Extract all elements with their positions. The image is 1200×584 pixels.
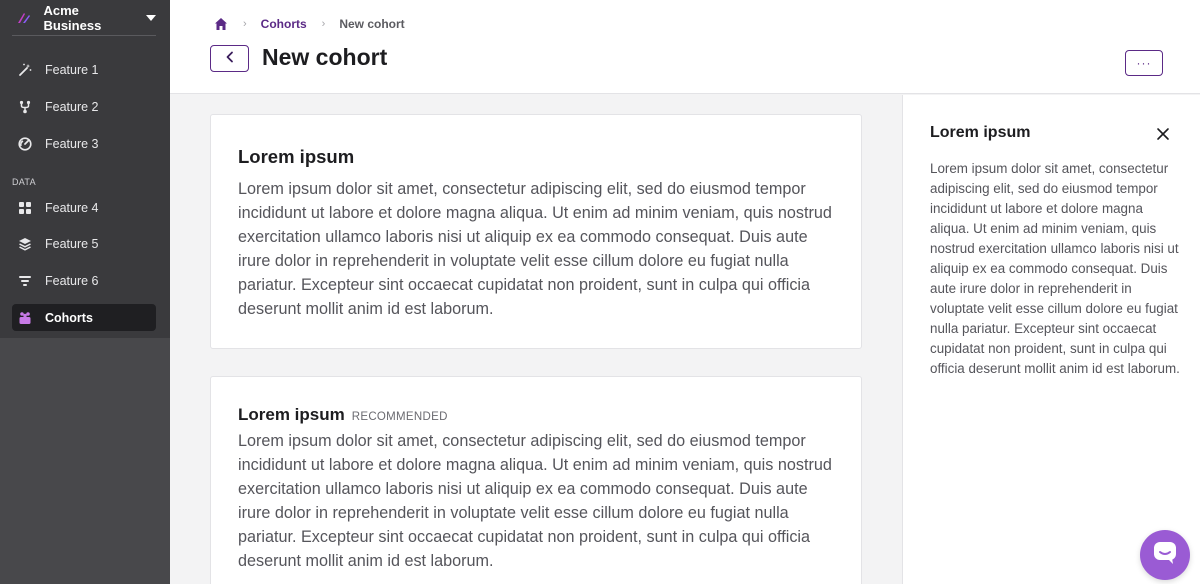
card-title-row: Lorem ipsum RECOMMENDED bbox=[238, 405, 448, 425]
sidebar: Acme Business Feature 1 Feature 2 Featur… bbox=[0, 0, 170, 584]
chevron-left-icon bbox=[225, 50, 235, 68]
page-title: New cohort bbox=[262, 44, 388, 70]
people-icon bbox=[18, 311, 32, 325]
sidebar-item-label: Feature 6 bbox=[45, 273, 99, 288]
card-title: Lorem ipsum bbox=[238, 146, 355, 167]
gauge-icon bbox=[18, 136, 32, 151]
chevron-right-icon: › bbox=[321, 18, 326, 30]
brand-logo-icon bbox=[12, 8, 38, 28]
workspace-name: Acme Business bbox=[43, 2, 102, 33]
workspace-switcher[interactable]: Acme Business bbox=[12, 0, 156, 36]
content-card-recommended: Lorem ipsum RECOMMENDED Lorem ipsum dolo… bbox=[210, 376, 862, 584]
home-icon[interactable] bbox=[214, 17, 228, 31]
panel-title: Lorem ipsum bbox=[930, 124, 1031, 141]
sidebar-footer-area bbox=[0, 338, 170, 584]
card-body: Lorem ipsum dolor sit amet, consectetur … bbox=[238, 180, 832, 318]
sidebar-item-label: Feature 2 bbox=[45, 99, 99, 114]
card-body: Lorem ipsum dolor sit amet, consectetur … bbox=[238, 432, 832, 570]
sidebar-section-label: DATA bbox=[12, 177, 36, 187]
grid-icon bbox=[18, 201, 32, 215]
sidebar-item-feature-1[interactable]: Feature 1 bbox=[12, 56, 156, 83]
breadcrumb-current: New cohort bbox=[339, 17, 405, 31]
sidebar-item-label: Feature 5 bbox=[45, 236, 99, 251]
sidebar-item-label: Feature 1 bbox=[45, 62, 99, 77]
close-icon[interactable] bbox=[1155, 126, 1171, 142]
sidebar-item-feature-2[interactable]: Feature 2 bbox=[12, 93, 156, 120]
page-header: › Cohorts › New cohort New cohort ··· bbox=[170, 0, 1200, 94]
caret-down-icon bbox=[146, 14, 156, 21]
content-card: Lorem ipsum Lorem ipsum dolor sit amet, … bbox=[210, 114, 862, 349]
back-button[interactable] bbox=[210, 45, 249, 72]
breadcrumb: › Cohorts › New cohort bbox=[214, 16, 405, 32]
chat-support-button[interactable] bbox=[1140, 530, 1190, 580]
card-title: Lorem ipsum bbox=[238, 405, 345, 424]
chevron-right-icon: › bbox=[243, 18, 247, 30]
info-side-panel: Lorem ipsum Lorem ipsum dolor sit amet, … bbox=[902, 95, 1200, 584]
sidebar-item-feature-4[interactable]: Feature 4 bbox=[12, 194, 156, 221]
sidebar-item-cohorts[interactable]: Cohorts bbox=[12, 304, 156, 331]
sidebar-item-label: Cohorts bbox=[45, 310, 93, 325]
filter-icon bbox=[18, 274, 32, 288]
chat-bubble-icon bbox=[1151, 539, 1179, 572]
recommended-badge: RECOMMENDED bbox=[351, 411, 448, 423]
sidebar-item-feature-3[interactable]: Feature 3 bbox=[12, 130, 156, 157]
magic-wand-icon bbox=[18, 63, 32, 77]
more-options-button[interactable]: ··· bbox=[1125, 50, 1163, 76]
fork-icon bbox=[18, 100, 32, 114]
sidebar-item-feature-5[interactable]: Feature 5 bbox=[12, 230, 156, 257]
sidebar-item-feature-6[interactable]: Feature 6 bbox=[12, 267, 156, 294]
more-horizontal-icon: ··· bbox=[1136, 56, 1152, 70]
breadcrumb-link-cohorts[interactable]: Cohorts bbox=[261, 17, 307, 31]
sidebar-item-label: Feature 4 bbox=[45, 200, 99, 215]
sidebar-item-label: Feature 3 bbox=[45, 136, 99, 151]
layers-icon bbox=[18, 237, 32, 251]
panel-body: Lorem ipsum dolor sit amet, consectetur … bbox=[930, 161, 1180, 376]
